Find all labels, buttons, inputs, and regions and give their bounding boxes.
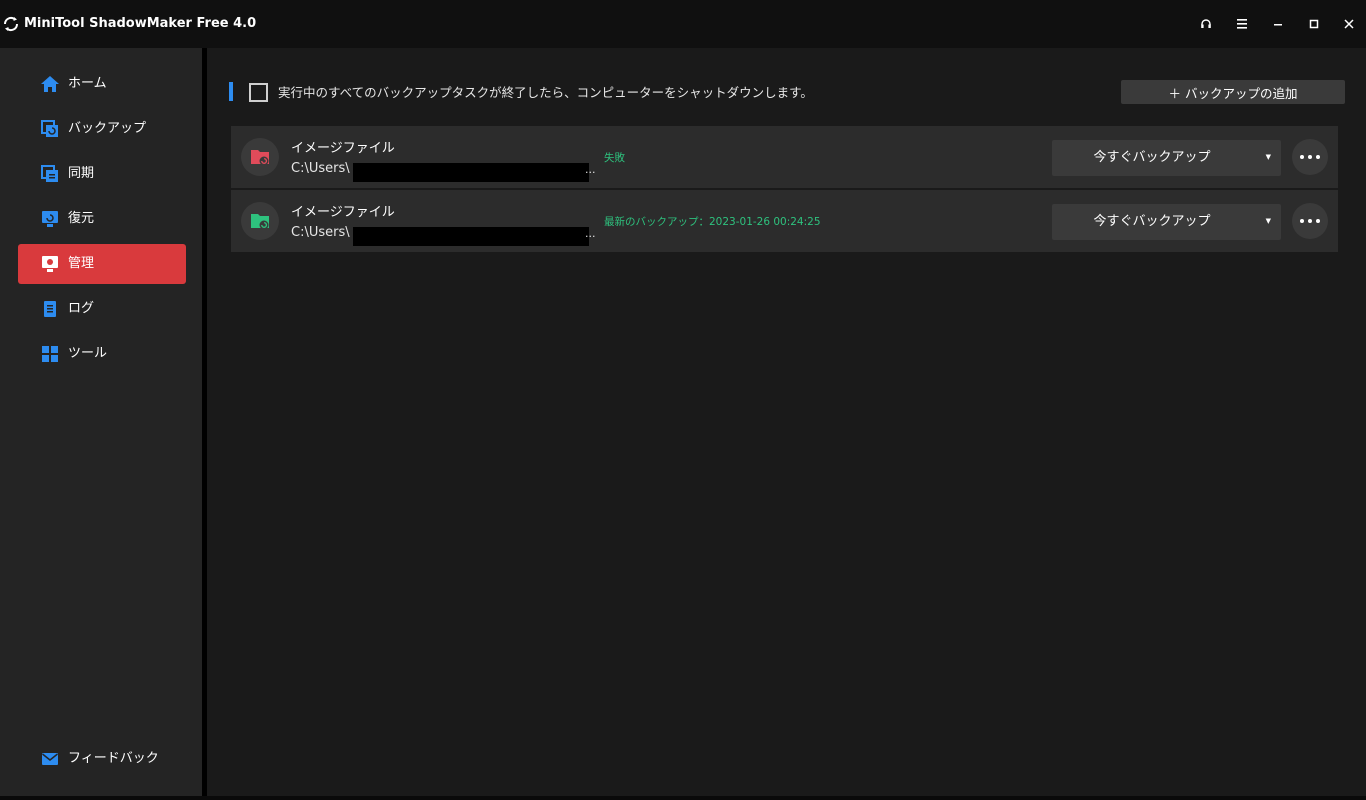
more-icon — [1300, 219, 1304, 223]
shutdown-label: 実行中のすべてのバックアップタスクが終了したら、コンピューターをシャットダウンし… — [278, 85, 813, 100]
sidebar-item-label: バックアップ — [68, 121, 147, 136]
task-path: C:\Users\ — [291, 161, 350, 176]
sidebar-item-label: ホーム — [68, 76, 107, 91]
more-icon — [1316, 155, 1320, 159]
sidebar-item-manage[interactable]: 管理 — [18, 244, 186, 284]
sidebar-item-backup[interactable]: バックアップ — [18, 109, 186, 149]
more-icon — [1300, 155, 1304, 159]
table-row: イメージファイル C:\Users\ ... 最新のバックアップ：2023-01… — [231, 190, 1338, 252]
add-backup-button[interactable]: ＋ バックアップの追加 — [1121, 80, 1345, 104]
sidebar-item-home[interactable]: ホーム — [18, 64, 186, 104]
image-file-icon — [251, 214, 269, 230]
backup-icon — [41, 120, 58, 137]
more-icon — [1308, 219, 1312, 223]
task-status: 失敗 — [604, 152, 625, 164]
more-icon — [1316, 219, 1320, 223]
sidebar-item-restore[interactable]: 復元 — [18, 199, 186, 239]
backup-now-label: 今すぐバックアップ — [1093, 214, 1211, 229]
more-icon — [1308, 155, 1312, 159]
accent-bar — [229, 82, 233, 101]
more-options-button[interactable] — [1292, 203, 1328, 239]
title-bar: MiniTool ShadowMaker Free 4.0 — [0, 0, 1366, 48]
home-icon — [41, 76, 59, 92]
sidebar-item-label: 同期 — [68, 166, 95, 181]
sidebar-item-label: 復元 — [68, 211, 95, 226]
redacted-path — [353, 163, 589, 182]
sidebar-item-tools[interactable]: ツール — [18, 334, 186, 374]
backup-now-button[interactable]: 今すぐバックアップ ▼ — [1052, 140, 1281, 176]
restore-icon — [42, 211, 58, 227]
table-row: イメージファイル C:\Users\ ... 失敗 今すぐバックアップ ▼ — [231, 126, 1338, 188]
redacted-path — [353, 227, 589, 246]
path-ellipsis: ... — [585, 163, 596, 176]
task-icon — [241, 202, 279, 240]
tools-icon — [42, 346, 58, 362]
image-file-icon — [251, 150, 269, 166]
sidebar-item-log[interactable]: ログ — [18, 289, 186, 329]
maximize-icon[interactable] — [1301, 12, 1327, 36]
sidebar-item-label: ログ — [68, 301, 95, 316]
app-title: MiniTool ShadowMaker Free 4.0 — [24, 16, 257, 31]
sidebar-item-sync[interactable]: 同期 — [18, 154, 186, 194]
caret-down-icon[interactable]: ▼ — [1266, 153, 1271, 161]
task-name: イメージファイル — [291, 205, 395, 220]
menu-icon[interactable] — [1229, 12, 1255, 36]
headset-icon[interactable] — [1193, 12, 1219, 36]
mail-icon — [42, 753, 58, 765]
shutdown-checkbox[interactable] — [249, 83, 268, 102]
path-ellipsis: ... — [585, 227, 596, 240]
backup-now-button[interactable]: 今すぐバックアップ ▼ — [1052, 204, 1281, 240]
close-icon[interactable] — [1336, 12, 1362, 36]
manage-icon — [42, 256, 58, 272]
task-path: C:\Users\ — [291, 225, 350, 240]
caret-down-icon[interactable]: ▼ — [1266, 217, 1271, 225]
task-name: イメージファイル — [291, 141, 395, 156]
task-icon — [241, 138, 279, 176]
bottom-border — [0, 796, 1366, 800]
task-status: 最新のバックアップ：2023-01-26 00:24:25 — [604, 216, 821, 228]
minimize-icon[interactable] — [1265, 12, 1291, 36]
sidebar-item-label: ツール — [68, 346, 108, 361]
sidebar-item-label: フィードバック — [68, 751, 159, 766]
backup-now-label: 今すぐバックアップ — [1093, 150, 1211, 165]
more-options-button[interactable] — [1292, 139, 1328, 175]
sidebar-item-label: 管理 — [68, 256, 95, 271]
sidebar-item-feedback[interactable]: フィードバック — [18, 739, 186, 779]
sync-icon — [41, 165, 58, 182]
app-logo-icon — [3, 16, 19, 32]
log-icon — [44, 301, 56, 317]
